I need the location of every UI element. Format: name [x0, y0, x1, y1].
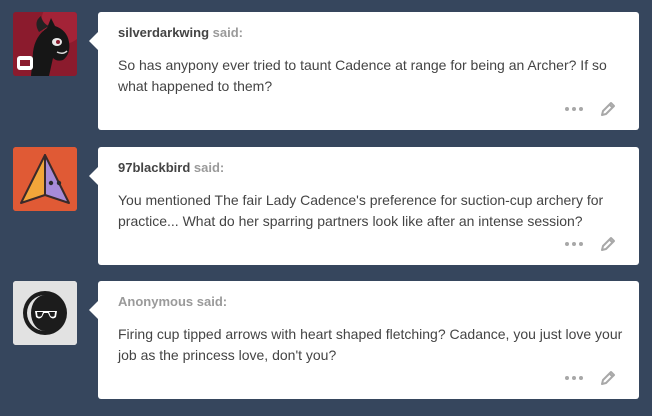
asker-line: 97blackbird said: [118, 160, 224, 175]
pencil-edit-icon[interactable] [599, 100, 617, 118]
more-options-icon[interactable] [565, 376, 583, 380]
question-text: Firing cup tipped arrows with heart shap… [118, 326, 623, 363]
said-label: said: [193, 160, 225, 175]
said-label: said: [212, 25, 244, 40]
ask-card-3: Anonymous said: Firing cup tipped arrows… [89, 281, 639, 399]
pyramid-avatar-icon [13, 147, 77, 211]
asker-name[interactable]: silverdarkwing [118, 25, 209, 40]
post-controls [565, 235, 617, 253]
pencil-edit-icon[interactable] [599, 369, 617, 387]
more-options-icon[interactable] [565, 107, 583, 111]
ask-card-2: 97blackbird said: You mentioned The fair… [89, 147, 639, 265]
black-pony-avatar-icon [13, 12, 77, 76]
avatar-97blackbird[interactable] [13, 147, 77, 211]
avatar-silverdarkwing[interactable] [13, 12, 77, 76]
question-text: So has anypony ever tried to taunt Caden… [118, 57, 607, 94]
pencil-edit-icon[interactable] [599, 235, 617, 253]
asker-line: Anonymous said: [118, 294, 227, 309]
asker-line: silverdarkwing said: [118, 25, 243, 40]
asker-name: Anonymous [118, 294, 194, 309]
avatar-anonymous[interactable] [13, 281, 77, 345]
said-label: said: [196, 294, 228, 309]
question-text: You mentioned The fair Lady Cadence's pr… [118, 192, 604, 229]
sunglasses-avatar-icon [13, 281, 77, 345]
post-controls [565, 369, 617, 387]
post-controls [565, 100, 617, 118]
asker-name[interactable]: 97blackbird [118, 160, 190, 175]
ask-card-1: silverdarkwing said: So has anypony ever… [89, 12, 639, 130]
more-options-icon[interactable] [565, 242, 583, 246]
